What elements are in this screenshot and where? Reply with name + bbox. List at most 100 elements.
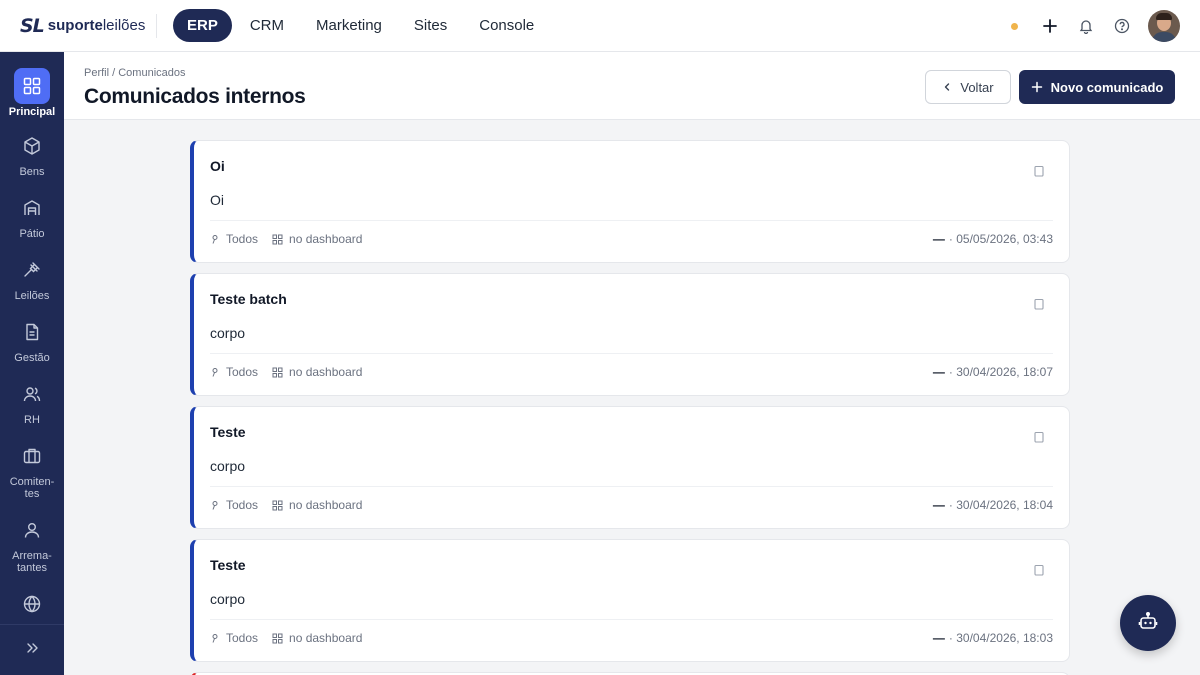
- logo-mark: SL: [20, 14, 45, 37]
- card-date: — · 30/04/2026, 18:07: [933, 365, 1053, 379]
- card-title: Oi: [210, 158, 225, 174]
- delete-icon[interactable]: [1033, 431, 1045, 443]
- pin-icon: [210, 234, 220, 244]
- card-meta: Todos no dashboard: [210, 498, 362, 512]
- nav-tab-erp[interactable]: ERP: [173, 9, 232, 42]
- page-title: Comunicados internos: [84, 85, 306, 108]
- sidebar-item-label: Arrema-tantes: [12, 550, 52, 574]
- grid-icon: [272, 633, 283, 644]
- sidebar-item-label: Bens: [19, 166, 45, 178]
- card-audience: Todos: [226, 631, 259, 645]
- delete-icon[interactable]: [1033, 564, 1045, 576]
- card-placement: no dashboard: [289, 631, 363, 645]
- card-meta: Todos no dashboard: [210, 631, 362, 645]
- card-title: Teste batch: [210, 291, 287, 307]
- warehouse-icon: [14, 190, 50, 226]
- nav-tab-marketing[interactable]: Marketing: [302, 9, 396, 42]
- card-author: —: [932, 365, 945, 379]
- pin-icon: [210, 633, 220, 643]
- plus-icon: [1031, 81, 1043, 93]
- briefcase-icon: [14, 438, 50, 474]
- card-timestamp: · 05/05/2026, 03:43: [948, 232, 1053, 246]
- card-body: corpo: [210, 458, 246, 474]
- user-icon: [14, 512, 50, 548]
- delete-icon[interactable]: [1033, 298, 1045, 310]
- status-dot: [1011, 22, 1018, 30]
- delete-icon[interactable]: [1033, 165, 1045, 177]
- breadcrumb: Perfil / Comunicados: [84, 67, 186, 79]
- brand-logo[interactable]: SL suporteleilões: [20, 14, 145, 37]
- card-meta: Todos no dashboard: [210, 365, 362, 379]
- card-audience: Todos: [226, 365, 259, 379]
- card-audience: Todos: [226, 498, 259, 512]
- card-placement: no dashboard: [289, 498, 363, 512]
- grid-icon: [272, 234, 283, 245]
- page-header: Perfil / Comunicados Comunicados interno…: [64, 52, 1200, 120]
- sidebar-item-principal[interactable]: Principal: [0, 68, 64, 118]
- plus-icon[interactable]: [1040, 16, 1060, 36]
- announcement-card[interactable]: Teste corpo Todos no dashboard — · 30/04…: [190, 406, 1070, 529]
- chevron-left-icon: [942, 82, 952, 92]
- card-body: Oi: [210, 192, 224, 208]
- pin-icon: [210, 367, 220, 377]
- announcement-card[interactable]: Oi Oi Todos no dashboard — · 05/05/2026,…: [190, 140, 1070, 263]
- card-author: —: [932, 498, 945, 512]
- grid-icon: [272, 367, 283, 378]
- nav-tab-console[interactable]: Console: [465, 9, 548, 42]
- card-title: Teste: [210, 424, 246, 440]
- top-navigation: ERP CRM Marketing Sites Console: [173, 9, 552, 42]
- help-icon[interactable]: [1112, 16, 1132, 36]
- pin-icon: [210, 500, 220, 510]
- card-date: — · 30/04/2026, 18:04: [933, 498, 1053, 512]
- divider: [210, 353, 1053, 354]
- nav-tab-sites[interactable]: Sites: [400, 9, 461, 42]
- sidebar-item-label: Pátio: [19, 228, 45, 240]
- card-author: —: [932, 232, 945, 246]
- sidebar-expand-button[interactable]: [0, 624, 64, 675]
- grid-icon: [14, 68, 50, 104]
- sidebar-item-arrematantes[interactable]: Arrema-tantes: [0, 512, 64, 574]
- bell-icon[interactable]: [1076, 16, 1096, 36]
- divider: [210, 619, 1053, 620]
- sidebar-item-rh[interactable]: RH: [0, 376, 64, 426]
- announcement-card[interactable]: Teste batch corpo Todos no dashboard — ·…: [190, 273, 1070, 396]
- card-placement: no dashboard: [289, 232, 363, 246]
- card-meta: Todos no dashboard: [210, 232, 362, 246]
- card-timestamp: · 30/04/2026, 18:07: [948, 365, 1053, 379]
- card-date: — · 05/05/2026, 03:43: [933, 232, 1053, 246]
- sidebar-item-globe[interactable]: [0, 586, 64, 622]
- card-title: Teste: [210, 557, 246, 573]
- sidebar-item-label: RH: [24, 414, 40, 426]
- nav-tab-crm[interactable]: CRM: [236, 9, 298, 42]
- card-placement: no dashboard: [289, 365, 363, 379]
- robot-icon: [1137, 610, 1159, 637]
- back-button-label: Voltar: [960, 79, 994, 95]
- document-icon: [14, 314, 50, 350]
- assistant-bot-button[interactable]: [1120, 595, 1176, 651]
- users-icon: [14, 376, 50, 412]
- card-date: — · 30/04/2026, 18:03: [933, 631, 1053, 645]
- sidebar-item-comitentes[interactable]: Comiten-tes: [0, 438, 64, 500]
- card-body: corpo: [210, 591, 246, 607]
- divider: [210, 220, 1053, 221]
- sidebar-item-bens[interactable]: Bens: [0, 128, 64, 178]
- back-button[interactable]: Voltar: [925, 70, 1011, 104]
- logo-text: suporteleilões: [47, 17, 146, 34]
- new-announcement-button[interactable]: Novo comunicado: [1019, 70, 1175, 104]
- avatar[interactable]: [1148, 10, 1180, 42]
- divider: [156, 13, 157, 38]
- card-timestamp: · 30/04/2026, 18:04: [948, 498, 1053, 512]
- top-actions: [1011, 0, 1180, 52]
- sidebar-item-label: Leilões: [14, 290, 50, 302]
- sidebar-item-label: Comiten-tes: [9, 476, 55, 500]
- sidebar-item-leiloes[interactable]: Leilões: [0, 252, 64, 302]
- sidebar: Principal Bens Pátio Leilões Gestão RH C…: [0, 52, 64, 675]
- sidebar-item-patio[interactable]: Pátio: [0, 190, 64, 240]
- announcement-card[interactable]: Teste corpo Todos no dashboard — · 30/04…: [190, 539, 1070, 662]
- divider: [210, 486, 1053, 487]
- sidebar-item-gestao[interactable]: Gestão: [0, 314, 64, 364]
- card-author: —: [932, 631, 945, 645]
- box-icon: [14, 128, 50, 164]
- sidebar-item-label: Gestão: [14, 352, 50, 364]
- sidebar-item-label: Principal: [8, 106, 56, 118]
